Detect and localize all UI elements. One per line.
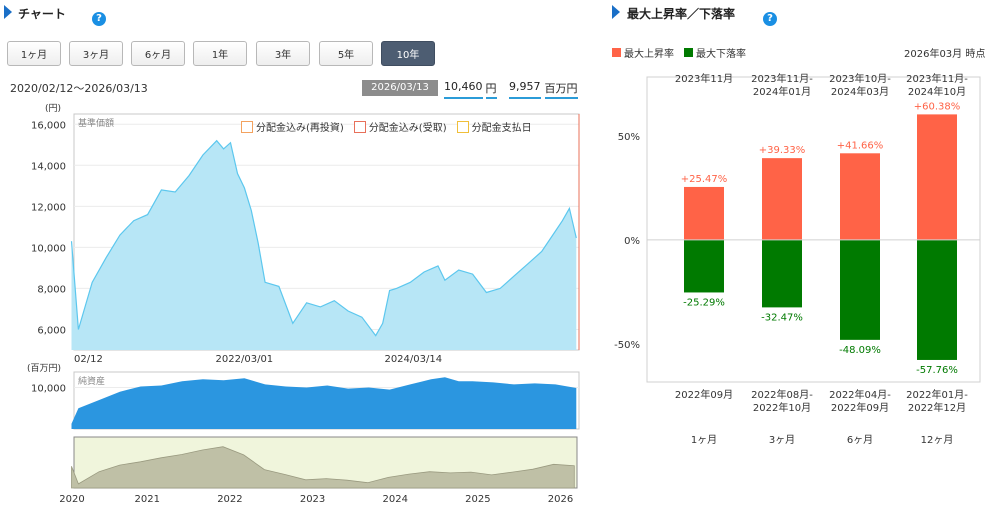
bar-down-label: -57.76% [916,365,958,376]
legend-payout-day[interactable]: 分配金支払日 [456,119,532,134]
navigator-xtick-label: 2024 [382,494,407,505]
max-change-as-of: 2026年03月 時点 [904,49,986,60]
navigator-xtick-label: 2021 [135,494,160,505]
navigator-xtick-label: 2022 [217,494,242,505]
bar-down-period: 2022年01月- [906,388,968,401]
legend-received[interactable]: 分配金込み(受取) [353,119,447,134]
bar-down-period: 2022年04月- [829,388,891,401]
as-of-date-badge: 2026/03/13 [362,80,438,96]
legend-payout-day-label: 分配金支払日 [471,123,532,134]
bar-up-period: 2023年10月- [829,72,891,85]
bar-up [684,186,724,240]
legend-payout-day-box [456,120,469,133]
bar-category-label: 1ヶ月 [691,434,717,446]
asset-y-unit: (百万円) [27,363,61,374]
price-xtick-label: 02/12 [74,354,103,365]
bar-up [917,114,957,240]
legend-up: 最大上昇率 [612,45,674,60]
price-chart-title: 基準価額 [78,117,114,129]
bar-down-period: 2022年09月 [675,388,733,401]
legend-received-label: 分配金込み(受取) [368,123,447,134]
bar-category-label: 12ヶ月 [921,434,954,446]
bar-down-period: 2022年12月 [908,401,966,414]
navigator-xtick-label: 2026 [548,494,573,505]
bar-up-label: +39.33% [759,145,806,156]
bar-up-label: +60.38% [914,101,961,112]
legend-up-label: 最大上昇率 [624,49,674,60]
legend-reinvest-label: 分配金込み(再投資) [256,123,344,134]
bar-down-label: -25.29% [683,297,725,308]
bar-down [762,239,802,308]
left-charts: 16,000 14,000 12,000 10,000 8,000 6,000 (円) 基準価… [27,103,580,505]
bar-down [840,239,880,340]
date-range: 2020/02/12〜2026/03/13 [10,82,148,95]
bar-up [840,153,880,240]
help-icon[interactable]: ? [92,12,106,26]
legend-down-label: 最大下落率 [696,49,746,60]
price-chart: 16,000 14,000 12,000 10,000 8,000 6,000 (円) 基準価… [31,103,580,365]
price-xtick-label: 2024/03/14 [384,354,442,365]
price-ytick-label: 8,000 [37,284,66,295]
asset-chart-title: 純資産 [78,375,105,387]
price-ytick-label: 16,000 [31,120,66,131]
bar-up-period: 2023年11月- [751,72,813,85]
bar-down-period: 2022年08月- [751,388,813,401]
max-change-chart: 50% 0% -50% +25.47% -25.29% 2023年11月 2022年09月 1… [614,72,981,446]
price-ytick-label: 12,000 [31,202,66,213]
navigator-xtick-label: 2020 [59,494,84,505]
bar-up [762,158,802,240]
legend-down-swatch [684,48,693,57]
bar-chart: 50% 0% -50% +25.47% -25.29% 2023年11月 2022年09月 1… [614,72,981,446]
bar-down-label: -32.47% [761,312,803,323]
price-ytick-label: 6,000 [37,325,66,336]
period-button[interactable]: 3年 [256,41,310,66]
asset-ytick-label: 10,000 [31,384,66,395]
price-ytick-label: 10,000 [31,243,66,254]
navigator-chart: 2020 2021 2022 2023 2024 2025 2026 [59,436,578,505]
bar-up-period: 2024年03月 [831,85,889,98]
bar-up-period: 2024年10月 [908,85,966,98]
bar-down-period: 2022年10月 [753,401,811,414]
legend-reinvest-box [241,120,253,133]
bar-down [684,239,724,293]
section-marker-icon [612,5,620,19]
legend-reinvest[interactable]: 分配金込み(再投資) [241,119,344,134]
period-button[interactable]: 10年 [381,41,435,66]
bar-down-label: -48.09% [839,345,881,356]
bar-up-period: 2023年11月- [906,72,968,85]
legend-received-box [353,120,366,133]
bar-category-label: 3ヶ月 [769,434,795,446]
bar-down [917,239,957,360]
bar-ytick-label: 50% [618,132,640,143]
period-button[interactable]: 5年 [319,41,373,66]
max-change-legend: 最大上昇率 最大下落率 [612,45,746,60]
bar-category-label: 6ヶ月 [847,434,873,446]
period-button[interactable]: 6ヶ月 [131,41,185,66]
bar-up-label: +25.47% [681,174,728,185]
bar-up-period: 2024年01月 [753,85,811,98]
bar-up-period: 2023年11月 [675,72,733,85]
section-marker-icon [4,5,12,19]
bar-up-label: +41.66% [837,140,884,151]
price-y-unit: (円) [45,103,61,114]
navigator-xtick-label: 2025 [465,494,490,505]
bar-down-period: 2022年09月 [831,401,889,414]
period-button[interactable]: 1年 [193,41,247,66]
navigator-xtick-label: 2023 [300,494,325,505]
legend-down: 最大下落率 [684,45,746,60]
asset-chart: 10,000 (百万円) 純資産 [27,363,580,430]
period-button[interactable]: 3ヶ月 [69,41,123,66]
help-icon[interactable]: ? [763,12,777,26]
price-ytick-label: 14,000 [31,161,66,172]
price-legend: 分配金込み(再投資) 分配金込み(受取) 分配金支払日 [241,119,532,134]
bar-ytick-label: -50% [614,340,640,351]
bar-ytick-label: 0% [624,236,640,247]
legend-up-swatch [612,48,621,57]
price-xtick-label: 2022/03/01 [216,354,274,365]
period-button[interactable]: 1ヶ月 [7,41,61,66]
max-change-section-title: 最大上昇率／下落率 [627,7,736,21]
chart-section-title: チャート [18,7,66,21]
